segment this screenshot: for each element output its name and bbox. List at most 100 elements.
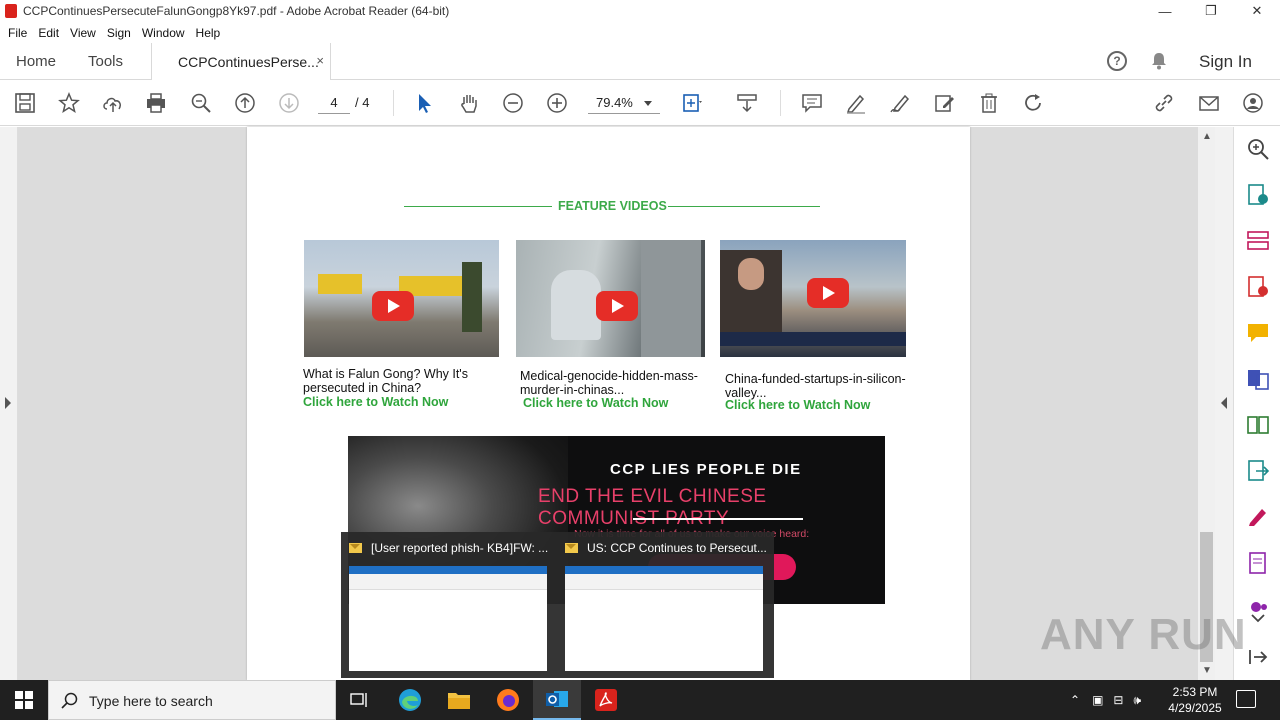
bookmark-star-icon[interactable] bbox=[58, 92, 80, 114]
task-view-icon bbox=[350, 693, 367, 707]
right-panel-toggle[interactable] bbox=[1215, 127, 1233, 680]
scroll-mode-icon[interactable] bbox=[736, 92, 758, 114]
tab-tools[interactable]: Tools bbox=[88, 53, 123, 70]
save-icon[interactable] bbox=[14, 92, 36, 114]
highlight-pen-icon[interactable] bbox=[845, 92, 867, 114]
compare-files-icon[interactable] bbox=[1246, 413, 1270, 437]
previous-page-icon[interactable] bbox=[234, 92, 256, 114]
thumbnail-title: US: CCP Continues to Persecut... bbox=[587, 541, 767, 555]
window-controls: — ❐ ✕ bbox=[1142, 0, 1280, 22]
menu-help[interactable]: Help bbox=[196, 26, 221, 40]
zoom-in-icon[interactable] bbox=[546, 92, 568, 114]
restore-button[interactable]: ❐ bbox=[1188, 0, 1234, 22]
menu-window[interactable]: Window bbox=[142, 26, 185, 40]
network-icon[interactable]: ⊟ bbox=[1113, 693, 1123, 707]
window-thumbnail[interactable]: [User reported phish- KB4]FW: ... bbox=[341, 532, 548, 678]
left-panel-toggle[interactable] bbox=[0, 127, 18, 680]
divider-line bbox=[668, 206, 820, 207]
fit-page-icon[interactable] bbox=[681, 92, 703, 114]
menu-file[interactable]: File bbox=[8, 26, 27, 40]
watch-link[interactable]: Click here to Watch Now bbox=[523, 396, 668, 410]
video-thumbnail[interactable] bbox=[304, 240, 499, 357]
collapse-pane-icon[interactable] bbox=[1246, 645, 1270, 669]
preview-ribbon bbox=[565, 574, 763, 590]
organize-pages-icon[interactable] bbox=[1246, 229, 1270, 253]
share-user-icon[interactable] bbox=[1242, 92, 1264, 114]
print-icon[interactable] bbox=[145, 92, 167, 114]
device-icon[interactable]: ▣ bbox=[1092, 693, 1103, 707]
menu-sign[interactable]: Sign bbox=[107, 26, 131, 40]
edit-stamp-icon[interactable] bbox=[933, 92, 955, 114]
upload-cloud-icon[interactable] bbox=[102, 92, 124, 114]
select-cursor-icon[interactable] bbox=[414, 92, 436, 114]
mail-icon[interactable] bbox=[1198, 92, 1220, 114]
firefox-icon bbox=[497, 689, 519, 711]
protect-icon[interactable] bbox=[1246, 551, 1270, 575]
task-view-button[interactable] bbox=[336, 680, 384, 720]
link-icon[interactable] bbox=[1153, 92, 1175, 114]
watch-link[interactable]: Click here to Watch Now bbox=[725, 398, 870, 412]
menu-view[interactable]: View bbox=[70, 26, 96, 40]
thumbnail-header: [User reported phish- KB4]FW: ... bbox=[349, 541, 548, 555]
notification-icon[interactable] bbox=[1236, 690, 1256, 708]
search-zoom-icon[interactable] bbox=[1246, 137, 1270, 161]
create-pdf-icon[interactable] bbox=[1246, 275, 1270, 299]
preview-ribbon bbox=[349, 574, 547, 590]
comment-icon[interactable] bbox=[801, 92, 823, 114]
hand-tool-icon[interactable] bbox=[458, 92, 480, 114]
tab-document[interactable]: CCPContinuesPerse... × bbox=[151, 43, 331, 81]
play-icon[interactable] bbox=[596, 291, 638, 321]
tray-overflow-icon[interactable]: ⌃ bbox=[1070, 693, 1080, 707]
clock-time: 2:53 PM bbox=[1172, 685, 1218, 699]
thumbnail-preview[interactable] bbox=[349, 566, 547, 671]
zoom-out-icon[interactable] bbox=[502, 92, 524, 114]
combine-files-icon[interactable] bbox=[1246, 367, 1270, 391]
zoom-search-icon[interactable] bbox=[190, 92, 212, 114]
play-icon[interactable] bbox=[807, 278, 849, 308]
help-icon[interactable]: ? bbox=[1107, 51, 1127, 71]
rotate-icon[interactable] bbox=[1022, 92, 1044, 114]
edge-app[interactable] bbox=[386, 680, 434, 720]
scroll-up-icon[interactable]: ▲ bbox=[1202, 131, 1212, 142]
draw-signature-icon[interactable] bbox=[889, 92, 911, 114]
fill-sign-icon[interactable] bbox=[1246, 505, 1270, 529]
bell-icon[interactable] bbox=[1150, 52, 1168, 70]
start-button[interactable] bbox=[0, 680, 48, 720]
vertical-scrollbar[interactable]: ▲ ▼ bbox=[1198, 127, 1215, 680]
play-icon[interactable] bbox=[372, 291, 414, 321]
send-for-review-icon[interactable] bbox=[1246, 459, 1270, 483]
taskbar-search[interactable]: Type here to search bbox=[48, 680, 336, 720]
minimize-button[interactable]: — bbox=[1142, 0, 1188, 22]
news-ticker bbox=[720, 332, 906, 346]
firefox-app[interactable] bbox=[484, 680, 532, 720]
thumbnail-header: US: CCP Continues to Persecut... bbox=[565, 541, 767, 555]
tab-home[interactable]: Home bbox=[16, 53, 56, 70]
video-thumbnail[interactable] bbox=[720, 240, 906, 357]
windows-icon bbox=[15, 691, 33, 709]
export-pdf-icon[interactable] bbox=[1246, 183, 1270, 207]
volume-icon[interactable]: 🕪 bbox=[1133, 693, 1141, 708]
video-thumbnail[interactable] bbox=[516, 240, 705, 357]
search-icon bbox=[61, 692, 78, 709]
zoom-dropdown[interactable]: 79.4% bbox=[588, 92, 660, 114]
thumbnail-preview[interactable] bbox=[565, 566, 763, 671]
acrobat-app[interactable] bbox=[582, 680, 630, 720]
clock[interactable]: 2:53 PM 4/29/2025 bbox=[1163, 684, 1227, 716]
page-number-input[interactable]: 4 bbox=[318, 92, 350, 114]
close-window-button[interactable]: ✕ bbox=[1234, 0, 1280, 22]
file-explorer-app[interactable] bbox=[435, 680, 483, 720]
sign-in-button[interactable]: Sign In bbox=[1199, 52, 1252, 72]
scroll-down-icon[interactable]: ▼ bbox=[1202, 665, 1212, 676]
watch-link[interactable]: Click here to Watch Now bbox=[303, 395, 448, 409]
comment-tool-icon[interactable] bbox=[1246, 321, 1270, 345]
window-thumbnail[interactable]: US: CCP Continues to Persecut... bbox=[557, 532, 767, 678]
next-page-icon[interactable] bbox=[278, 92, 300, 114]
expand-left-icon bbox=[5, 397, 11, 409]
delete-trash-icon[interactable] bbox=[978, 92, 1000, 114]
close-tab-icon[interactable]: × bbox=[316, 53, 324, 68]
acrobat-icon bbox=[5, 4, 17, 18]
menu-edit[interactable]: Edit bbox=[38, 26, 59, 40]
chevron-down-icon[interactable] bbox=[1246, 611, 1270, 627]
outlook-app[interactable] bbox=[533, 680, 581, 720]
surgeon-figure bbox=[551, 270, 601, 340]
